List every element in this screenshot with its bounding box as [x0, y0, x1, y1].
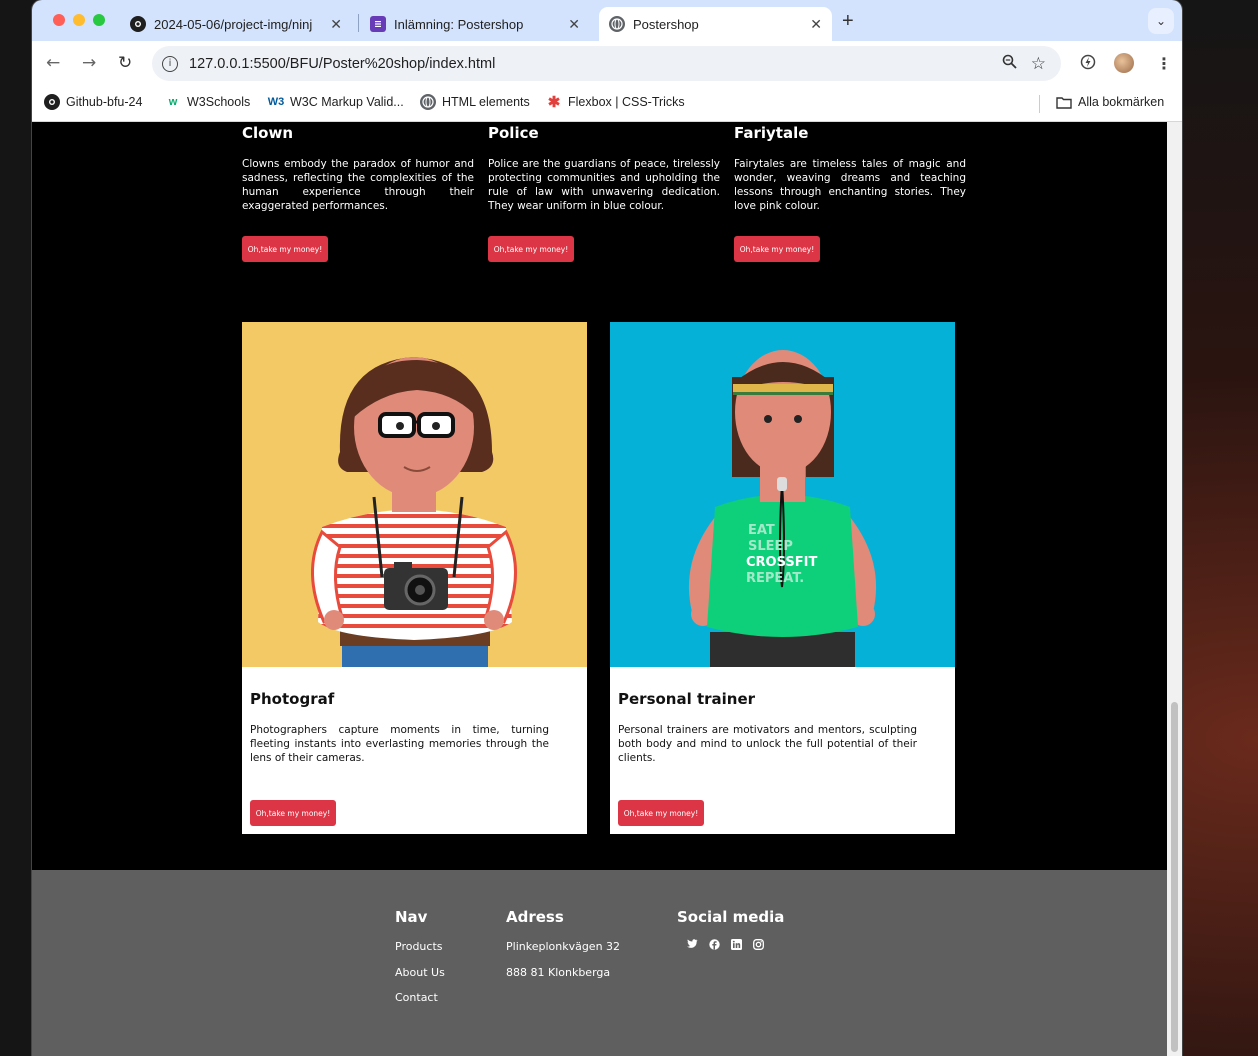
back-arrow-icon[interactable]: ←	[46, 53, 60, 73]
card-description: Personal trainers are motivators and men…	[618, 724, 917, 764]
card-title: Photograf	[250, 690, 335, 708]
globe-icon	[420, 94, 436, 110]
tab-title: Postershop	[633, 16, 699, 32]
url-text[interactable]: 127.0.0.1:5500/BFU/Poster%20shop/index.h…	[189, 56, 495, 72]
footer-address-title: Adress	[506, 908, 564, 926]
bookmark-label: Flexbox | CSS-Tricks	[568, 95, 685, 109]
folder-icon	[1056, 94, 1072, 110]
buy-button-police[interactable]: Oh,take my money!	[488, 236, 574, 262]
footer-link-about-us[interactable]: About Us	[395, 966, 445, 992]
page-scrollbar[interactable]	[1167, 122, 1182, 1056]
photographer-poster-image	[242, 322, 587, 667]
shirt-text-sleep: SLEEP	[748, 539, 793, 554]
tab-separator	[358, 14, 359, 32]
twitter-icon[interactable]	[686, 938, 698, 950]
card-title: Clown	[242, 124, 293, 142]
footer-social: Social media	[677, 908, 784, 950]
tab-postershop[interactable]: Postershop ✕	[599, 7, 832, 41]
product-card-fairytale: Fariytale Fairytales are timeless tales …	[734, 122, 966, 213]
shirt-text-eat: EAT	[748, 523, 775, 538]
bookmarks-bar: Github-bfu-24 w W3Schools W3 W3C Markup …	[32, 86, 1182, 122]
tab-search-chevron-icon[interactable]: ⌄	[1148, 8, 1174, 34]
personal-trainer-poster-image: EAT SLEEP CROSSFIT REPEAT.	[610, 322, 955, 667]
bookmark-css-tricks[interactable]: ✱ Flexbox | CSS-Tricks	[546, 94, 685, 111]
product-card-police: Police Police are the guardians of peace…	[488, 122, 720, 213]
bookmark-html-elements[interactable]: HTML elements	[420, 94, 530, 110]
card-description: Clowns embody the paradox of humor and s…	[242, 158, 474, 212]
card-title: Police	[488, 124, 539, 142]
card-description: Fairytales are timeless tales of magic a…	[734, 158, 966, 212]
close-tab-icon[interactable]: ✕	[568, 16, 580, 33]
bookmark-label: HTML elements	[442, 95, 530, 109]
shirt-text-crossfit: CROSSFIT	[746, 555, 817, 570]
zoom-icon[interactable]	[1002, 54, 1017, 73]
facebook-icon[interactable]	[708, 938, 720, 950]
tab-github[interactable]: 2024-05-06/project-img/ninj ✕	[120, 7, 352, 41]
footer-nav-title: Nav	[395, 908, 428, 926]
profile-avatar[interactable]	[1114, 53, 1134, 73]
reload-icon[interactable]: ↻	[118, 53, 132, 73]
address-city: 888 81 Klonkberga	[506, 965, 611, 979]
card-title: Fariytale	[734, 124, 809, 142]
performance-icon[interactable]	[1080, 54, 1096, 74]
product-card-clown: Clown Clowns embody the paradox of humor…	[242, 122, 474, 213]
bookmark-w3c-validator[interactable]: W3 W3C Markup Valid...	[268, 94, 404, 110]
github-icon	[130, 16, 146, 32]
tab-title: 2024-05-06/project-img/ninj	[154, 16, 313, 32]
shirt-text-repeat: REPEAT.	[746, 571, 804, 586]
address-bar[interactable]: i 127.0.0.1:5500/BFU/Poster%20shop/index…	[152, 46, 1061, 81]
all-bookmarks[interactable]: Alla bokmärken	[1056, 94, 1164, 110]
bookmark-label: Alla bokmärken	[1078, 95, 1165, 109]
page-footer: Nav Products About Us Contact Adress Pli…	[32, 870, 1167, 1056]
card-description: Police are the guardians of peace, tirel…	[488, 158, 720, 212]
maximize-window-button[interactable]	[93, 14, 105, 26]
menu-dots-icon[interactable]: ⋮	[1156, 54, 1172, 73]
card-description: Photographers capture moments in time, t…	[250, 724, 549, 764]
window-controls	[53, 14, 105, 26]
product-card-photograf: Photograf Photographers capture moments …	[242, 322, 587, 834]
close-window-button[interactable]	[53, 14, 65, 26]
bookmark-github[interactable]: Github-bfu-24	[44, 94, 142, 110]
footer-social-title: Social media	[677, 908, 785, 926]
product-card-personal-trainer: EAT SLEEP CROSSFIT REPEAT. Personal trai…	[610, 322, 955, 834]
close-tab-icon[interactable]: ✕	[810, 16, 822, 33]
tab-title: Inlämning: Postershop	[394, 16, 524, 32]
card-title: Personal trainer	[618, 690, 756, 708]
tab-inlamning[interactable]: Inlämning: Postershop ✕	[360, 7, 590, 41]
footer-nav: Nav Products About Us Contact	[395, 908, 445, 1017]
buy-button-photograf[interactable]: Oh,take my money!	[250, 800, 336, 826]
linkedin-icon[interactable]	[730, 938, 742, 950]
buy-button-clown[interactable]: Oh,take my money!	[242, 236, 328, 262]
buy-button-fairytale[interactable]: Oh,take my money!	[734, 236, 820, 262]
minimize-window-button[interactable]	[73, 14, 85, 26]
footer-link-products[interactable]: Products	[395, 940, 445, 966]
new-tab-icon[interactable]: +	[842, 10, 854, 33]
bookmark-w3schools[interactable]: w W3Schools	[165, 94, 251, 110]
instagram-icon[interactable]	[752, 938, 764, 950]
globe-icon	[609, 16, 625, 32]
bookmark-label: W3Schools	[187, 95, 251, 109]
forms-icon	[370, 16, 386, 32]
scrollbar-thumb[interactable]	[1171, 702, 1178, 1052]
buy-button-personal-trainer[interactable]: Oh,take my money!	[618, 800, 704, 826]
github-icon	[44, 94, 60, 110]
bookmark-label: W3C Markup Valid...	[290, 95, 404, 109]
tab-bar: 2024-05-06/project-img/ninj ✕ Inlämning:…	[32, 0, 1182, 41]
w3c-icon: W3	[267, 96, 285, 108]
social-icons	[686, 938, 784, 950]
bookmarks-separator	[1039, 95, 1040, 113]
bookmark-star-icon[interactable]: ☆	[1031, 54, 1046, 74]
footer-link-contact[interactable]: Contact	[395, 991, 445, 1017]
w3schools-icon: w	[168, 96, 178, 108]
page-viewport: Clown Clowns embody the paradox of humor…	[32, 122, 1167, 1056]
browser-toolbar: ← → ↻ i 127.0.0.1:5500/BFU/Poster%20shop…	[32, 41, 1182, 86]
css-tricks-icon: ✱	[547, 94, 561, 111]
close-tab-icon[interactable]: ✕	[330, 16, 342, 33]
address-street: Plinkeplonkvägen 32	[506, 940, 621, 953]
browser-window: 2024-05-06/project-img/ninj ✕ Inlämning:…	[32, 0, 1182, 1056]
footer-address: Adress Plinkeplonkvägen 32 888 81 Klonkb…	[506, 908, 620, 991]
forward-arrow-icon[interactable]: →	[82, 53, 96, 73]
bookmark-label: Github-bfu-24	[66, 95, 143, 109]
site-info-icon[interactable]: i	[162, 55, 178, 72]
